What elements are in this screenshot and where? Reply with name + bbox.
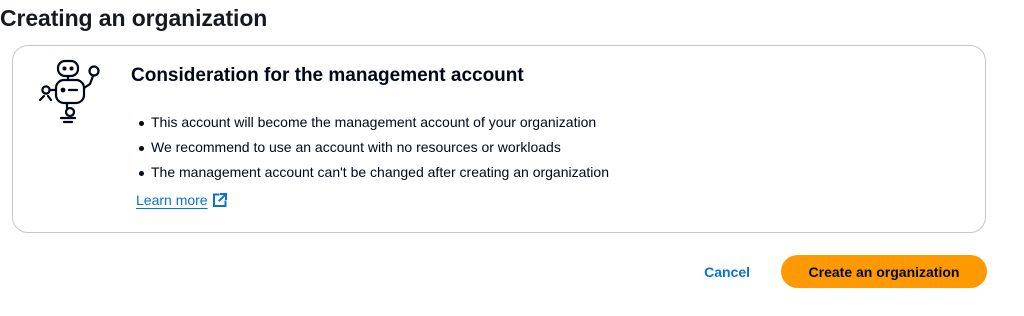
create-organization-button[interactable]: Create an organization: [781, 255, 987, 288]
list-item: The management account can't be changed …: [137, 160, 609, 185]
robot-icon: [37, 52, 103, 132]
page: Creating an organization Consideration f…: [0, 0, 1024, 316]
page-title: Creating an organization: [0, 5, 268, 31]
list-item: This account will become the management …: [137, 110, 609, 135]
consideration-list: This account will become the management …: [137, 110, 609, 185]
learn-more-link[interactable]: Learn more: [136, 190, 228, 210]
learn-more-label: Learn more: [136, 192, 208, 208]
cancel-button[interactable]: Cancel: [692, 256, 762, 288]
list-item: We recommend to use an account with no r…: [137, 135, 609, 160]
external-link-icon: [212, 192, 228, 208]
form-actions: Cancel Create an organization: [692, 255, 987, 288]
card-title: Consideration for the management account: [131, 65, 524, 86]
management-account-consideration-card: Consideration for the management account…: [12, 45, 986, 233]
